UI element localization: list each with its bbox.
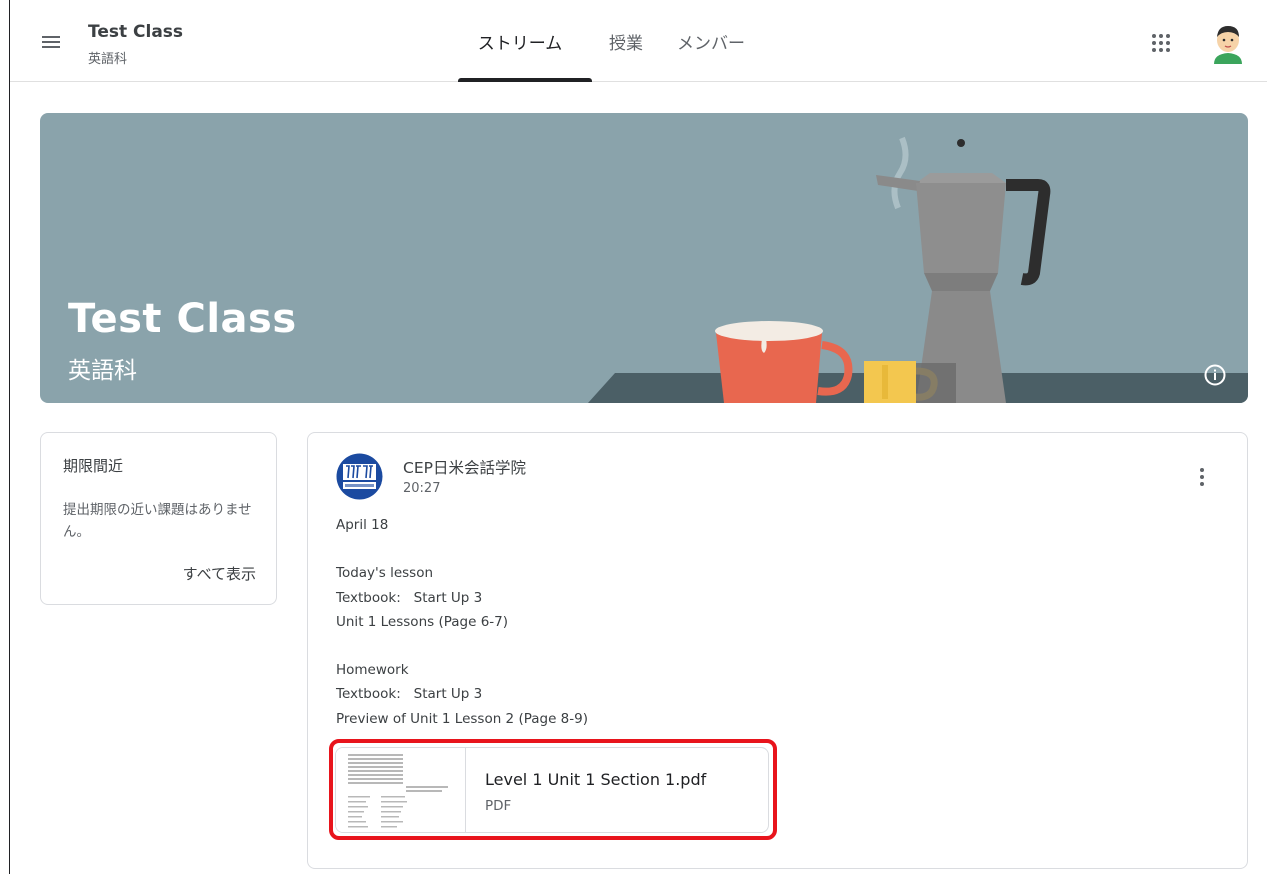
post-line: Homework [336,662,409,679]
more-vert-icon[interactable] [1194,465,1210,489]
class-section: 英語科 [88,52,128,67]
info-icon[interactable] [1203,363,1227,387]
banner-title: Test Class [68,296,297,342]
tab-stream[interactable]: ストリーム [448,0,592,82]
post-time: 20:27 [403,481,441,496]
post-line: April 18 [336,517,389,533]
tab-classwork-label: 授業 [609,33,643,54]
class-banner: Test Class 英語科 [40,113,1248,403]
top-app-bar: Test Class 英語科 ストリーム 授業 メンバー [10,0,1267,82]
window-frame-edge [9,0,10,874]
tab-stream-label: ストリーム [477,33,563,54]
tab-people[interactable]: メンバー [666,0,756,82]
upcoming-card: 期限間近 提出期限の近い課題はありません。 すべて表示 [40,432,277,605]
post-line: Textbook: Start Up 3 [336,589,483,606]
apps-grid-icon[interactable] [1152,34,1172,54]
hamburger-menu-icon[interactable] [40,34,64,52]
post-line [336,537,588,561]
attachment-type: PDF [485,798,512,814]
post-line: Today's lesson [336,565,434,582]
author-avatar [336,453,383,500]
attachment-card[interactable]: Level 1 Unit 1 Section 1.pdf PDF [335,747,769,833]
attachment-name: Level 1 Unit 1 Section 1.pdf [485,770,707,789]
post-line: Textbook: Start Up 3 [336,686,483,703]
upcoming-title: 期限間近 [63,457,124,475]
class-title[interactable]: Test Class [88,22,183,42]
active-tab-indicator [458,78,592,82]
stream-post: CEP日米会話学院 20:27 April 18 Today's lesson … [307,432,1248,869]
post-author[interactable]: CEP日米会話学院 [403,456,526,478]
account-avatar[interactable] [1208,22,1248,66]
view-all-link[interactable]: すべて表示 [183,563,256,584]
banner-illustration [588,136,1248,403]
post-line: Unit 1 Lessons (Page 6-7) [336,613,509,630]
post-body: April 18 Today's lesson Textbook: Start … [336,513,588,731]
banner-subtitle: 英語科 [68,358,137,384]
post-line [336,634,588,658]
tab-classwork[interactable]: 授業 [596,0,656,82]
tab-bar: ストリーム 授業 メンバー [448,0,756,82]
pdf-thumbnail [336,748,466,832]
upcoming-message: 提出期限の近い課題はありません。 [63,502,252,540]
tab-people-label: メンバー [677,33,745,54]
post-line: Preview of Unit 1 Lesson 2 (Page 8-9) [336,710,588,727]
